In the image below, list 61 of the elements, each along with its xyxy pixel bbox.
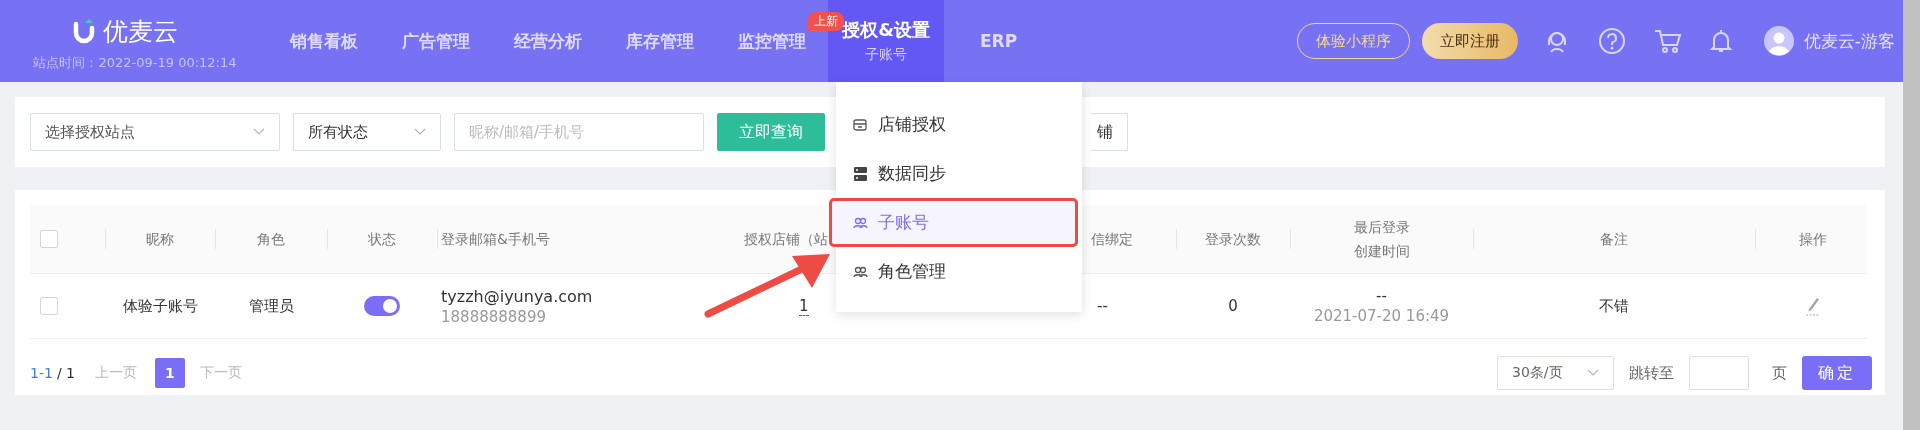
header-button[interactable]: 立即注册	[1421, 23, 1518, 59]
nav-tab[interactable]: 监控管理	[738, 0, 806, 82]
email-text: tyzzh@iyunya.com	[441, 286, 593, 306]
caret-icon	[253, 128, 265, 136]
column-header: 信绑定	[1091, 230, 1133, 249]
table-cell: 体验子账号	[122, 296, 198, 316]
column-header: 昵称	[146, 230, 174, 249]
site-time: 站点时间：2022-09-19 00:12:14	[33, 53, 237, 72]
column-header: 状态	[368, 230, 396, 249]
checkbox[interactable]	[40, 230, 58, 248]
column-header: 登录次数	[1205, 230, 1261, 249]
table-cell: 0	[1228, 297, 1238, 315]
avatar-icon[interactable]	[1763, 26, 1794, 56]
bell-icon[interactable]	[1709, 28, 1732, 54]
status-toggle[interactable]	[364, 296, 400, 316]
page-input[interactable]	[1689, 356, 1749, 390]
site-select[interactable]: 选择授权站点	[30, 113, 280, 151]
search-field[interactable]: 昵称/邮箱/手机号	[454, 113, 704, 151]
status-select[interactable]: 所有状态	[293, 113, 441, 151]
logo-text: 优麦云	[102, 15, 178, 48]
nav-tab[interactable]: 广告管理	[402, 0, 470, 82]
query-button[interactable]: 立即查询	[717, 113, 825, 151]
checkbox[interactable]	[40, 297, 58, 315]
shop-count-link[interactable]: 1	[799, 296, 809, 316]
edit-icon[interactable]	[1804, 295, 1821, 317]
page-number[interactable]: 1	[154, 358, 185, 388]
last-login-text: --	[1376, 287, 1387, 305]
cart-icon[interactable]	[1653, 28, 1682, 54]
column-header: 登录邮箱&手机号	[441, 230, 550, 249]
server-icon	[852, 165, 868, 182]
help-icon[interactable]	[1597, 27, 1626, 55]
created-time-text: 2021-07-20 16:49	[1313, 307, 1450, 325]
phone-text: 18888888899	[441, 307, 546, 326]
nav-tab[interactable]: ERP	[980, 0, 1018, 82]
jump-label: 跳转至	[1629, 363, 1674, 383]
page-unit: 页	[1772, 363, 1787, 383]
column-header: 授权店铺（站	[744, 230, 828, 249]
column-header: 角色	[257, 230, 285, 249]
caret-icon	[414, 128, 426, 136]
store-icon	[852, 116, 868, 133]
page-total: / 1	[56, 365, 75, 381]
menu-item[interactable]: 角色管理	[836, 247, 1082, 296]
logo-icon	[72, 18, 95, 44]
menu-item[interactable]: 子账号	[829, 198, 1078, 247]
table-cell: --	[1097, 297, 1108, 315]
menu-item[interactable]: 数据同步	[836, 149, 1082, 198]
nav-tab[interactable]: 经营分析	[514, 0, 582, 82]
menu-item[interactable]: 店铺授权	[836, 100, 1082, 149]
table-cell: 管理员	[248, 296, 294, 316]
page-size-select[interactable]: 30条/页	[1497, 356, 1614, 390]
user-name[interactable]: 优麦云-游客	[1803, 29, 1895, 53]
nav-tab[interactable]: 销售看板	[290, 0, 358, 82]
confirm-button[interactable]: 确定	[1802, 356, 1872, 390]
column-header: 最后登录 创建时间	[1353, 218, 1410, 261]
column-header: 备注	[1600, 230, 1628, 249]
caret-icon	[1587, 369, 1599, 377]
add-button[interactable]: 铺	[1091, 113, 1128, 151]
table-cell: 不错	[1599, 296, 1629, 316]
column-header: 操作	[1798, 230, 1827, 249]
page-range: 1-1	[30, 365, 53, 381]
nav-tab[interactable]: 库存管理	[626, 0, 694, 82]
